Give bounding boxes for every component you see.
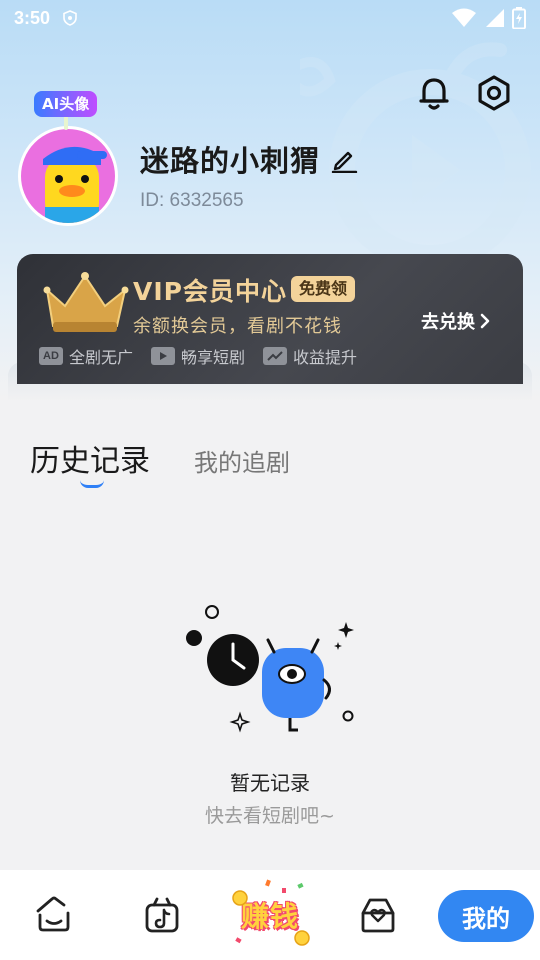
perk-short-drama: 畅享短剧: [151, 344, 245, 368]
ai-avatar-badge[interactable]: AI头像: [34, 91, 98, 117]
nav-video[interactable]: [108, 870, 216, 960]
vip-title: VIP会员中心: [133, 277, 287, 306]
free-claim-tag: 免费领: [291, 276, 356, 302]
home-icon: [36, 896, 70, 932]
crown-icon: [43, 272, 129, 332]
tab-active-indicator: [80, 480, 104, 488]
play-icon: [151, 347, 176, 365]
empty-state-illustration: [186, 605, 354, 733]
user-id: ID: 6332565: [140, 190, 244, 211]
settings-icon[interactable]: [474, 73, 514, 113]
edit-icon[interactable]: [330, 145, 358, 173]
confetti-icon: [232, 879, 310, 946]
status-bar: 3:50: [0, 0, 540, 36]
perk-label: 畅享短剧: [181, 348, 246, 367]
empty-state-subtitle: 快去看短剧吧~: [205, 805, 335, 827]
duck-avatar-icon: [43, 146, 107, 223]
ai-badge-stem: [64, 116, 68, 130]
trend-icon: [263, 347, 288, 365]
tab-history-label: 历史记录: [30, 444, 150, 479]
signal-icon: [486, 9, 504, 27]
shield-icon: [63, 10, 77, 26]
wifi-icon: [452, 8, 476, 27]
nav-mine[interactable]: 我的: [438, 890, 534, 942]
video-icon: [145, 897, 179, 933]
nav-earn[interactable]: 赚钱: [216, 870, 324, 960]
username: 迷路的小刺猬: [140, 144, 321, 178]
exchange-button[interactable]: 去兑换: [421, 308, 491, 334]
tab-bar: 历史记录 我的追剧: [30, 436, 290, 488]
chevron-right-icon: [480, 313, 490, 329]
ad-icon: AD: [39, 347, 63, 365]
vip-center-card[interactable]: VIP会员中心 免费领 余额换会员，看剧不花钱 去兑换 AD 全剧无广 畅享短剧…: [17, 254, 523, 384]
tab-following[interactable]: 我的追剧: [194, 443, 290, 480]
nav-mailbox[interactable]: [324, 870, 432, 960]
vip-perks: AD 全剧无广 畅享短剧 收益提升: [39, 344, 357, 368]
status-time: 3:50: [14, 7, 51, 28]
tab-history[interactable]: 历史记录: [30, 436, 150, 488]
notification-bell-icon[interactable]: [414, 73, 454, 113]
perk-no-ads: AD 全剧无广: [39, 344, 133, 368]
battery-icon: [512, 7, 526, 29]
mailbox-icon: [361, 898, 395, 933]
empty-state-title: 暂无记录: [230, 771, 310, 795]
perk-label: 收益提升: [293, 348, 358, 367]
exchange-label: 去兑换: [421, 312, 475, 333]
avatar[interactable]: [18, 126, 118, 226]
perk-label: 全剧无广: [69, 348, 134, 367]
username-row[interactable]: 迷路的小刺猬: [140, 138, 358, 180]
vip-subtitle: 余额换会员，看剧不花钱: [133, 316, 342, 337]
perk-earnings-boost: 收益提升: [263, 344, 357, 368]
nav-home[interactable]: [0, 870, 108, 960]
